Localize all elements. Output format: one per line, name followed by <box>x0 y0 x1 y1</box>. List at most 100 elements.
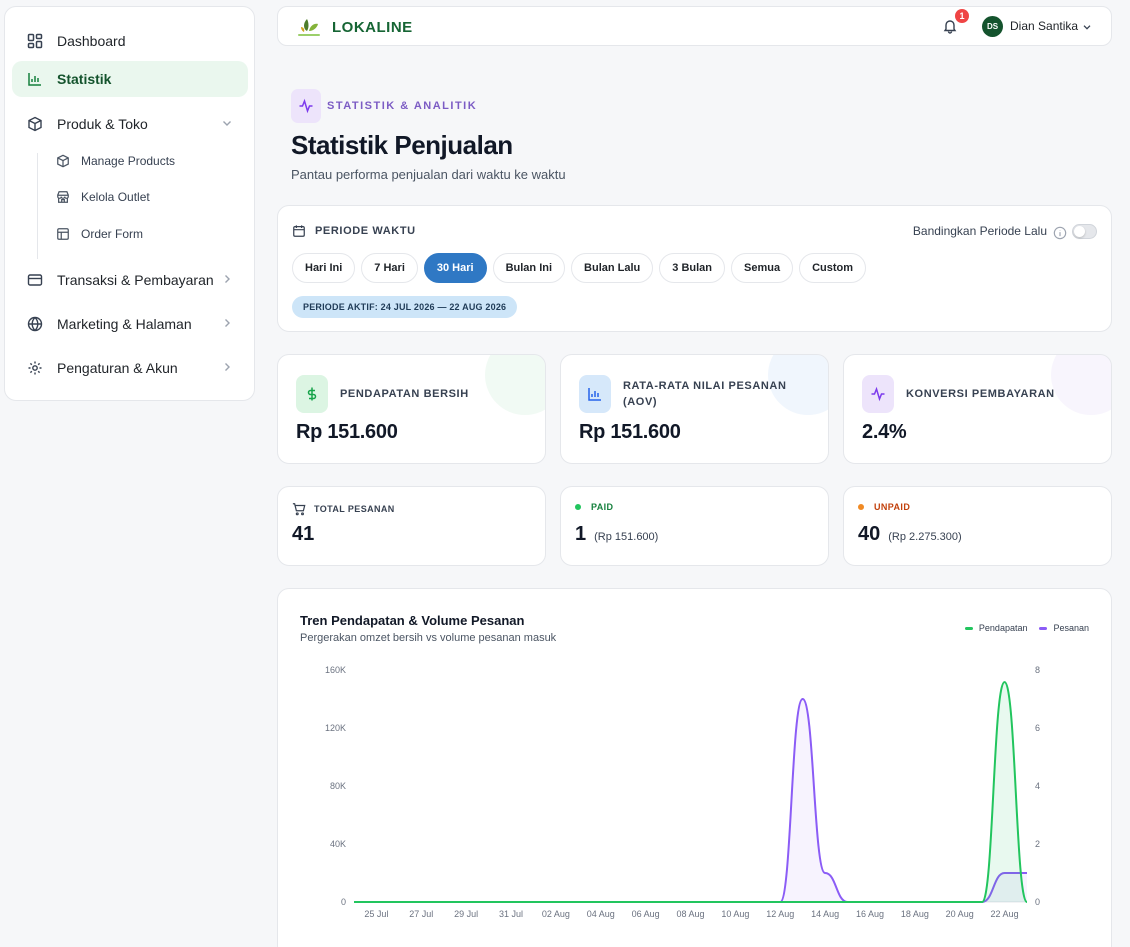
sidebar-item-dashboard[interactable]: Dashboard <box>12 23 248 59</box>
activity-icon <box>291 89 321 123</box>
sidebar-item-label: Produk & Toko <box>57 116 148 132</box>
stat-card-aov: RATA-RATA NILAI PESANAN (AOV) Rp 151.600 <box>560 354 829 464</box>
period-chip-30-hari[interactable]: 30 Hari <box>423 253 487 283</box>
chevron-right-icon[interactable] <box>220 272 234 286</box>
trend-chart-card: Tren Pendapatan & Volume Pesanan Pergera… <box>277 588 1112 947</box>
period-label-text: PERIODE WAKTU <box>315 225 416 237</box>
stat-value: Rp 151.600 <box>579 421 681 443</box>
x-tick-label: 31 Jul <box>499 909 523 919</box>
bar-chart-icon <box>26 70 44 88</box>
y-right-tick-label: 6 <box>1035 723 1040 733</box>
sidebar-item-label: Statistik <box>57 71 112 87</box>
total-orders-label-text: TOTAL PESANAN <box>314 504 395 514</box>
stat-label: RATA-RATA NILAI PESANAN (AOV) <box>623 380 787 408</box>
sidebar-item-marketing[interactable]: Marketing & Halaman <box>12 306 248 342</box>
chevron-right-icon[interactable] <box>220 360 234 374</box>
period-label: PERIODE WAKTU <box>292 224 416 238</box>
x-tick-label: 20 Aug <box>946 909 974 919</box>
y-left-tick-label: 0 <box>341 897 346 907</box>
period-chip-custom[interactable]: Custom <box>799 253 867 283</box>
series-area-pesanan <box>354 699 1027 902</box>
chevron-down-icon[interactable] <box>1081 20 1093 32</box>
chevron-down-icon[interactable] <box>220 116 234 130</box>
stat-value: 2.4% <box>862 421 907 443</box>
period-chip-bulan-ini[interactable]: Bulan Ini <box>492 253 566 283</box>
period-card: PERIODE WAKTU Bandingkan Periode Lalu Ha… <box>277 205 1112 332</box>
unpaid-value: 40 (Rp 2.275.300) <box>858 523 962 546</box>
chevron-right-icon[interactable] <box>220 316 234 330</box>
total-orders-label: TOTAL PESANAN <box>292 502 395 516</box>
layout-icon <box>55 226 71 242</box>
sidebar-item-produk-toko[interactable]: Produk & Toko <box>12 106 248 142</box>
grid-icon <box>26 32 44 50</box>
sidebar-subitem-kelola-outlet[interactable]: Kelola Outlet <box>55 185 150 209</box>
total-orders-count: 41 <box>292 523 315 545</box>
unpaid-label-text: UNPAID <box>874 502 911 512</box>
x-tick-label: 08 Aug <box>676 909 704 919</box>
sidebar-subitem-manage-products[interactable]: Manage Products <box>55 149 175 173</box>
brand-name: LOKALINE <box>332 18 413 36</box>
period-chip-3-bulan[interactable]: 3 Bulan <box>659 253 725 283</box>
period-chip-semua[interactable]: Semua <box>731 253 794 283</box>
sidebar-item-label: Transaksi & Pembayaran <box>57 272 214 288</box>
dollar-icon <box>296 375 328 413</box>
paid-value: 1 (Rp 151.600) <box>575 523 658 546</box>
series-area-pendapatan <box>354 682 1027 902</box>
sidebar-item-pengaturan[interactable]: Pengaturan & Akun <box>12 350 248 386</box>
top-bar: LOKALINE 1 DS Dian Santika <box>277 6 1112 46</box>
y-left-tick-label: 80K <box>330 781 346 791</box>
paid-orders-card: PAID 1 (Rp 151.600) <box>560 486 829 566</box>
y-right-tick-label: 8 <box>1035 665 1040 675</box>
sidebar: Dashboard Statistik Produk & Toko Manage… <box>4 6 255 401</box>
active-period-badge: PERIODE AKTIF: 24 JUL 2026 — 22 AUG 2026 <box>292 296 518 318</box>
series-line-pendapatan <box>354 681 1028 903</box>
unpaid-count: 40 <box>858 523 881 545</box>
x-tick-label: 14 Aug <box>811 909 839 919</box>
page-eyebrow: STATISTIK & ANALITIK <box>327 100 478 112</box>
sidebar-item-statistik[interactable]: Statistik <box>12 61 248 97</box>
sidebar-item-label: Marketing & Halaman <box>57 316 192 332</box>
sidebar-item-transaksi[interactable]: Transaksi & Pembayaran <box>12 262 248 298</box>
x-tick-label: 04 Aug <box>587 909 615 919</box>
sidebar-subitem-order-form[interactable]: Order Form <box>55 222 143 246</box>
y-left-tick-label: 160K <box>325 665 346 675</box>
compare-toggle[interactable] <box>1072 224 1097 239</box>
period-chip-7-hari[interactable]: 7 Hari <box>361 253 418 283</box>
stat-label: KONVERSI PEMBAYARAN <box>906 388 1055 400</box>
unpaid-label: UNPAID <box>858 502 910 512</box>
decor-circle <box>485 355 545 415</box>
notification-badge: 1 <box>955 9 969 23</box>
calendar-icon <box>292 224 306 238</box>
period-chip-bulan-lalu[interactable]: Bulan Lalu <box>571 253 654 283</box>
sidebar-subitem-label: Kelola Outlet <box>81 190 150 204</box>
x-tick-label: 27 Jul <box>409 909 433 919</box>
submenu-divider <box>37 153 38 259</box>
user-name[interactable]: Dian Santika <box>1010 19 1078 33</box>
stat-card-konversi: KONVERSI PEMBAYARAN 2.4% <box>843 354 1112 464</box>
x-tick-label: 02 Aug <box>542 909 570 919</box>
store-icon <box>55 189 71 205</box>
paid-status-dot <box>575 504 581 510</box>
paid-count: 1 <box>575 523 587 545</box>
page-subtitle: Pantau performa penjualan dari waktu ke … <box>291 167 566 182</box>
y-right-tick-label: 4 <box>1035 781 1040 791</box>
stat-card-pendapatan: PENDAPATAN BERSIH Rp 151.600 <box>277 354 546 464</box>
credit-card-icon <box>26 271 44 289</box>
activity-icon <box>862 375 894 413</box>
x-tick-label: 18 Aug <box>901 909 929 919</box>
sidebar-item-label: Pengaturan & Akun <box>57 360 178 376</box>
info-icon[interactable] <box>1053 226 1067 240</box>
unpaid-amount: (Rp 2.275.300) <box>888 531 962 543</box>
x-tick-label: 22 Aug <box>991 909 1019 919</box>
brand[interactable]: LOKALINE <box>296 15 413 39</box>
stat-label: PENDAPATAN BERSIH <box>340 388 469 400</box>
y-right-tick-label: 0 <box>1035 897 1040 907</box>
paid-label-text: PAID <box>591 502 614 512</box>
avatar[interactable]: DS <box>982 16 1003 37</box>
bar-chart-icon <box>579 375 611 413</box>
unpaid-status-dot <box>858 504 864 510</box>
page-title: Statistik Penjualan <box>291 130 513 160</box>
x-tick-label: 29 Jul <box>454 909 478 919</box>
y-left-tick-label: 40K <box>330 839 346 849</box>
period-chip-hari-ini[interactable]: Hari Ini <box>292 253 356 283</box>
